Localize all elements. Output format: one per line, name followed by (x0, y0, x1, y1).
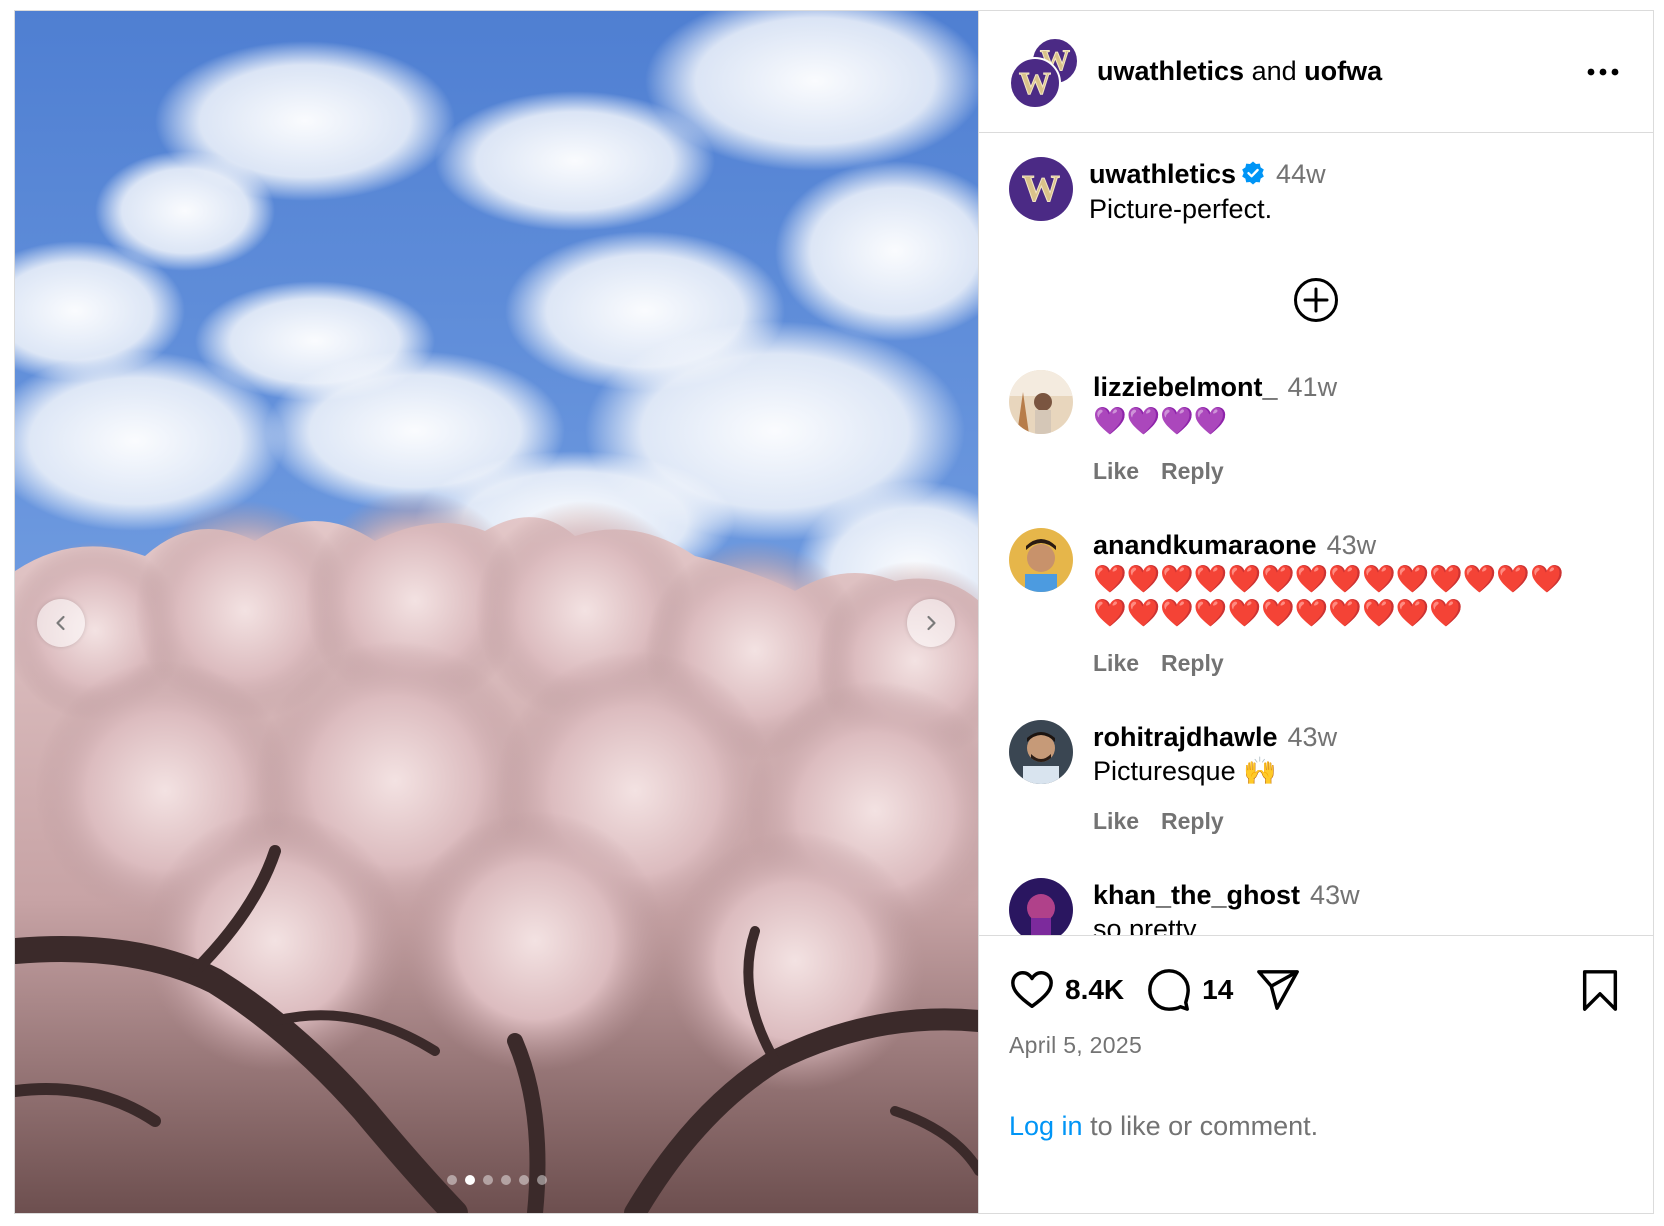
post-date[interactable]: April 5, 2025 (1009, 1032, 1623, 1059)
caption-text: Picture-perfect. (1089, 194, 1273, 224)
profile-photo (1009, 370, 1073, 434)
profile-photo (1009, 720, 1073, 784)
post-footer: 8.4K 14 April 5, 2025 Log in to like or … (979, 935, 1653, 1213)
more-icon (1587, 68, 1619, 75)
verified-icon (1242, 161, 1264, 185)
load-more-comments[interactable] (979, 276, 1653, 324)
like-count[interactable]: 8.4K (1065, 974, 1124, 1006)
author-link-uofwa[interactable]: uofwa (1304, 56, 1382, 86)
cherry-blossom-photo (15, 11, 978, 1213)
comments-section[interactable]: W uwathletics 44w Picture-perfect. lizzi… (979, 133, 1653, 935)
comment-count[interactable]: 14 (1202, 974, 1233, 1006)
w-logo: W (1019, 64, 1052, 101)
carousel-dot (500, 1175, 511, 1185)
chevron-left-icon (56, 615, 65, 631)
avatar-khan-the-ghost[interactable] (1009, 878, 1073, 935)
comment-item: anandkumaraone 43w ❤️❤️❤️❤️❤️❤️❤️❤️❤️❤️❤️… (979, 528, 1653, 680)
profile-photo (1009, 528, 1073, 592)
comment-icon[interactable] (1146, 967, 1192, 1013)
comment-age[interactable]: 43w (1288, 722, 1338, 752)
post-media[interactable] (15, 11, 979, 1213)
post-dialog: W W uwathletics and uofwa W uwathletics 4… (14, 10, 1654, 1214)
avatar-rohitrajdhawle[interactable] (1009, 720, 1073, 784)
reply-button[interactable]: Reply (1161, 808, 1224, 834)
profile-photo (1009, 878, 1073, 935)
caption-username[interactable]: uwathletics (1089, 159, 1236, 189)
collab-avatars[interactable]: W W (1009, 36, 1079, 109)
carousel-dot-active (464, 1175, 475, 1185)
carousel-dot (536, 1175, 547, 1185)
next-photo-button[interactable] (907, 599, 955, 647)
comment-username[interactable]: khan_the_ghost (1093, 880, 1300, 910)
login-link[interactable]: Log in (1009, 1111, 1083, 1141)
comment-text: so pretty (1093, 914, 1197, 935)
avatar-uwathletics[interactable]: W (1009, 56, 1061, 109)
like-comment-button[interactable]: Like (1093, 650, 1139, 676)
avatar-anandkumaraone[interactable] (1009, 528, 1073, 592)
comment-item: rohitrajdhawle 43w Picturesque 🙌 Like Repl… (979, 720, 1653, 838)
bookmark-icon[interactable] (1577, 967, 1623, 1013)
comment-text: ❤️❤️❤️❤️❤️❤️❤️❤️❤️❤️❤️❤️❤️❤️❤️❤️❤️❤️❤️❤️… (1093, 564, 1564, 628)
carousel-dot (482, 1175, 493, 1185)
comment-username[interactable]: rohitrajdhawle (1093, 722, 1278, 752)
caption-age[interactable]: 44w (1276, 159, 1326, 189)
like-comment-button[interactable]: Like (1093, 458, 1139, 484)
comment-username[interactable]: lizziebelmont_ (1093, 372, 1278, 402)
comment-username[interactable]: anandkumaraone (1093, 530, 1317, 560)
author-link-uwathletics[interactable]: uwathletics (1097, 56, 1244, 86)
post-header: W W uwathletics and uofwa (979, 11, 1653, 133)
comment-item: lizziebelmont_ 41w 💜💜💜💜 Like Reply (979, 370, 1653, 488)
comment-text: 💜💜💜💜 (1093, 406, 1228, 436)
avatar-uwathletics[interactable]: W (1009, 157, 1073, 221)
reply-button[interactable]: Reply (1161, 458, 1224, 484)
like-comment-button[interactable]: Like (1093, 808, 1139, 834)
w-logo: W (1022, 168, 1061, 210)
author-connector: and (1251, 56, 1297, 86)
post-authors: uwathletics and uofwa (1097, 56, 1583, 87)
reply-button[interactable]: Reply (1161, 650, 1224, 676)
avatar-lizziebelmont[interactable] (1009, 370, 1073, 434)
share-icon[interactable] (1255, 967, 1301, 1013)
carousel-indicator (15, 1175, 978, 1185)
heart-icon[interactable] (1009, 967, 1055, 1013)
login-prompt: Log in to like or comment. (1009, 1111, 1623, 1142)
login-prompt-text: to like or comment. (1090, 1111, 1319, 1141)
post-caption: W uwathletics 44w Picture-perfect. (979, 133, 1653, 226)
comment-age[interactable]: 41w (1288, 372, 1338, 402)
load-more-icon (1294, 278, 1338, 322)
comment-age[interactable]: 43w (1327, 530, 1377, 560)
more-options-button[interactable] (1583, 52, 1623, 92)
comment-text: Picturesque 🙌 (1093, 756, 1277, 786)
comment-item: khan_the_ghost 43w so pretty (979, 878, 1653, 935)
previous-photo-button[interactable] (37, 599, 85, 647)
comment-age[interactable]: 43w (1310, 880, 1360, 910)
carousel-dot (518, 1175, 529, 1185)
chevron-right-icon (927, 615, 936, 631)
carousel-dot (446, 1175, 457, 1185)
post-side-panel: W W uwathletics and uofwa W uwathletics 4… (979, 11, 1653, 1213)
